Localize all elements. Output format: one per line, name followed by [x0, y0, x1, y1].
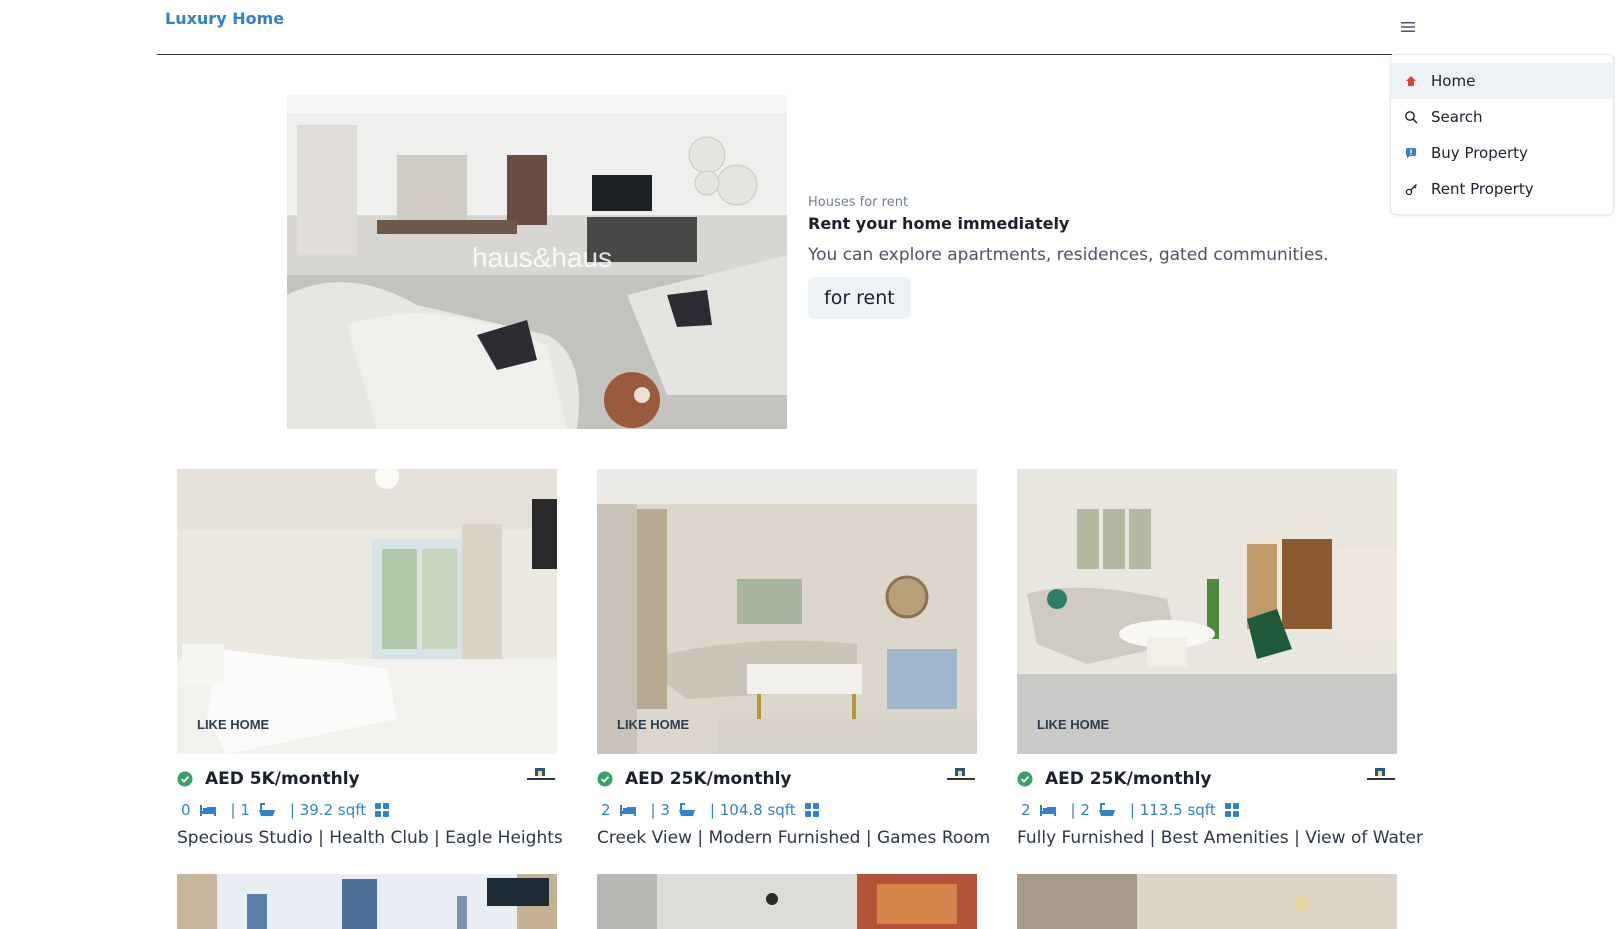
for-rent-button[interactable]: for rent	[808, 277, 911, 319]
bed-icon	[619, 802, 637, 818]
bathroom-count: | 1	[230, 801, 250, 819]
hero-title: Rent your home immediately	[808, 214, 1070, 233]
card-image-watermark: LIKE HOME	[1037, 717, 1110, 732]
hero-banner-image: haus&haus	[287, 95, 787, 429]
property-title[interactable]: Creek View | Modern Furnished | Games Ro…	[597, 828, 990, 848]
menu-item-home[interactable]: Home	[1391, 63, 1613, 99]
property-price: AED 25K/monthly	[1045, 769, 1212, 789]
menu-item-label: Buy Property	[1431, 144, 1528, 162]
verified-check-icon	[1017, 771, 1033, 787]
brand-logo-link[interactable]: Luxury Home	[165, 9, 284, 28]
verified-check-icon	[597, 771, 613, 787]
property-card[interactable]: LIKE HOME AED 5K/monthly 0 | 1 | 39.2 sq…	[177, 469, 563, 848]
hamburger-icon	[1401, 18, 1415, 37]
property-image[interactable]: LIKE HOME	[597, 469, 977, 754]
bathroom-count: | 3	[650, 801, 670, 819]
menu-item-rent-property[interactable]: Rent Property	[1391, 171, 1613, 207]
bedroom-count: 2	[1021, 801, 1031, 819]
hamburger-menu-button[interactable]	[1394, 16, 1422, 38]
agency-logo	[1365, 766, 1397, 784]
property-title[interactable]: Fully Furnished | Best Amenities | View …	[1017, 828, 1423, 848]
bath-icon	[1098, 802, 1116, 818]
card-image-watermark: LIKE HOME	[617, 717, 690, 732]
grid-icon	[1224, 802, 1242, 818]
hero-description: You can explore apartments, residences, …	[808, 245, 1329, 265]
verified-check-icon	[177, 771, 193, 787]
grid-icon	[374, 802, 392, 818]
bathroom-count: | 2	[1070, 801, 1090, 819]
property-image[interactable]	[177, 874, 557, 929]
agency-logo	[945, 766, 977, 784]
property-price: AED 25K/monthly	[625, 769, 792, 789]
area-size: | 39.2 sqft	[289, 801, 367, 819]
flag-icon	[1403, 145, 1419, 161]
hero-image-watermark: haus&haus	[472, 242, 612, 273]
property-title[interactable]: Specious Studio | Health Club | Eagle He…	[177, 828, 563, 848]
bed-icon	[1039, 802, 1057, 818]
search-icon	[1403, 109, 1419, 125]
navbar: Luxury Home	[157, 0, 1415, 55]
bath-icon	[678, 802, 696, 818]
property-image[interactable]: LIKE HOME	[1017, 469, 1397, 754]
nav-dropdown-menu: Home Search Buy Property Rent Property	[1390, 54, 1614, 215]
property-image[interactable]	[597, 874, 977, 929]
card-image-watermark: LIKE HOME	[197, 717, 270, 732]
area-size: | 104.8 sqft	[709, 801, 796, 819]
bath-icon	[258, 802, 276, 818]
key-icon	[1403, 181, 1419, 197]
menu-item-buy-property[interactable]: Buy Property	[1391, 135, 1613, 171]
property-card[interactable]: LIKE HOME AED 25K/monthly 2 | 2 | 113.5 …	[1017, 469, 1423, 848]
menu-item-label: Home	[1431, 72, 1476, 90]
hero-subtitle: Houses for rent	[808, 195, 909, 210]
hero-text-block: Houses for rent Rent your home immediate…	[808, 195, 1368, 319]
property-image[interactable]	[1017, 874, 1397, 929]
menu-item-label: Search	[1431, 108, 1483, 126]
menu-item-label: Rent Property	[1431, 180, 1534, 198]
property-image[interactable]: LIKE HOME	[177, 469, 557, 754]
bedroom-count: 2	[601, 801, 611, 819]
area-size: | 113.5 sqft	[1129, 801, 1216, 819]
bed-icon	[199, 802, 217, 818]
agency-logo	[525, 766, 557, 784]
bedroom-count: 0	[181, 801, 191, 819]
property-price: AED 5K/monthly	[205, 769, 360, 789]
menu-item-search[interactable]: Search	[1391, 99, 1613, 135]
grid-icon	[804, 802, 822, 818]
property-card[interactable]: LIKE HOME AED 25K/monthly 2 | 3 | 104.8 …	[597, 469, 990, 848]
home-icon	[1403, 73, 1419, 89]
